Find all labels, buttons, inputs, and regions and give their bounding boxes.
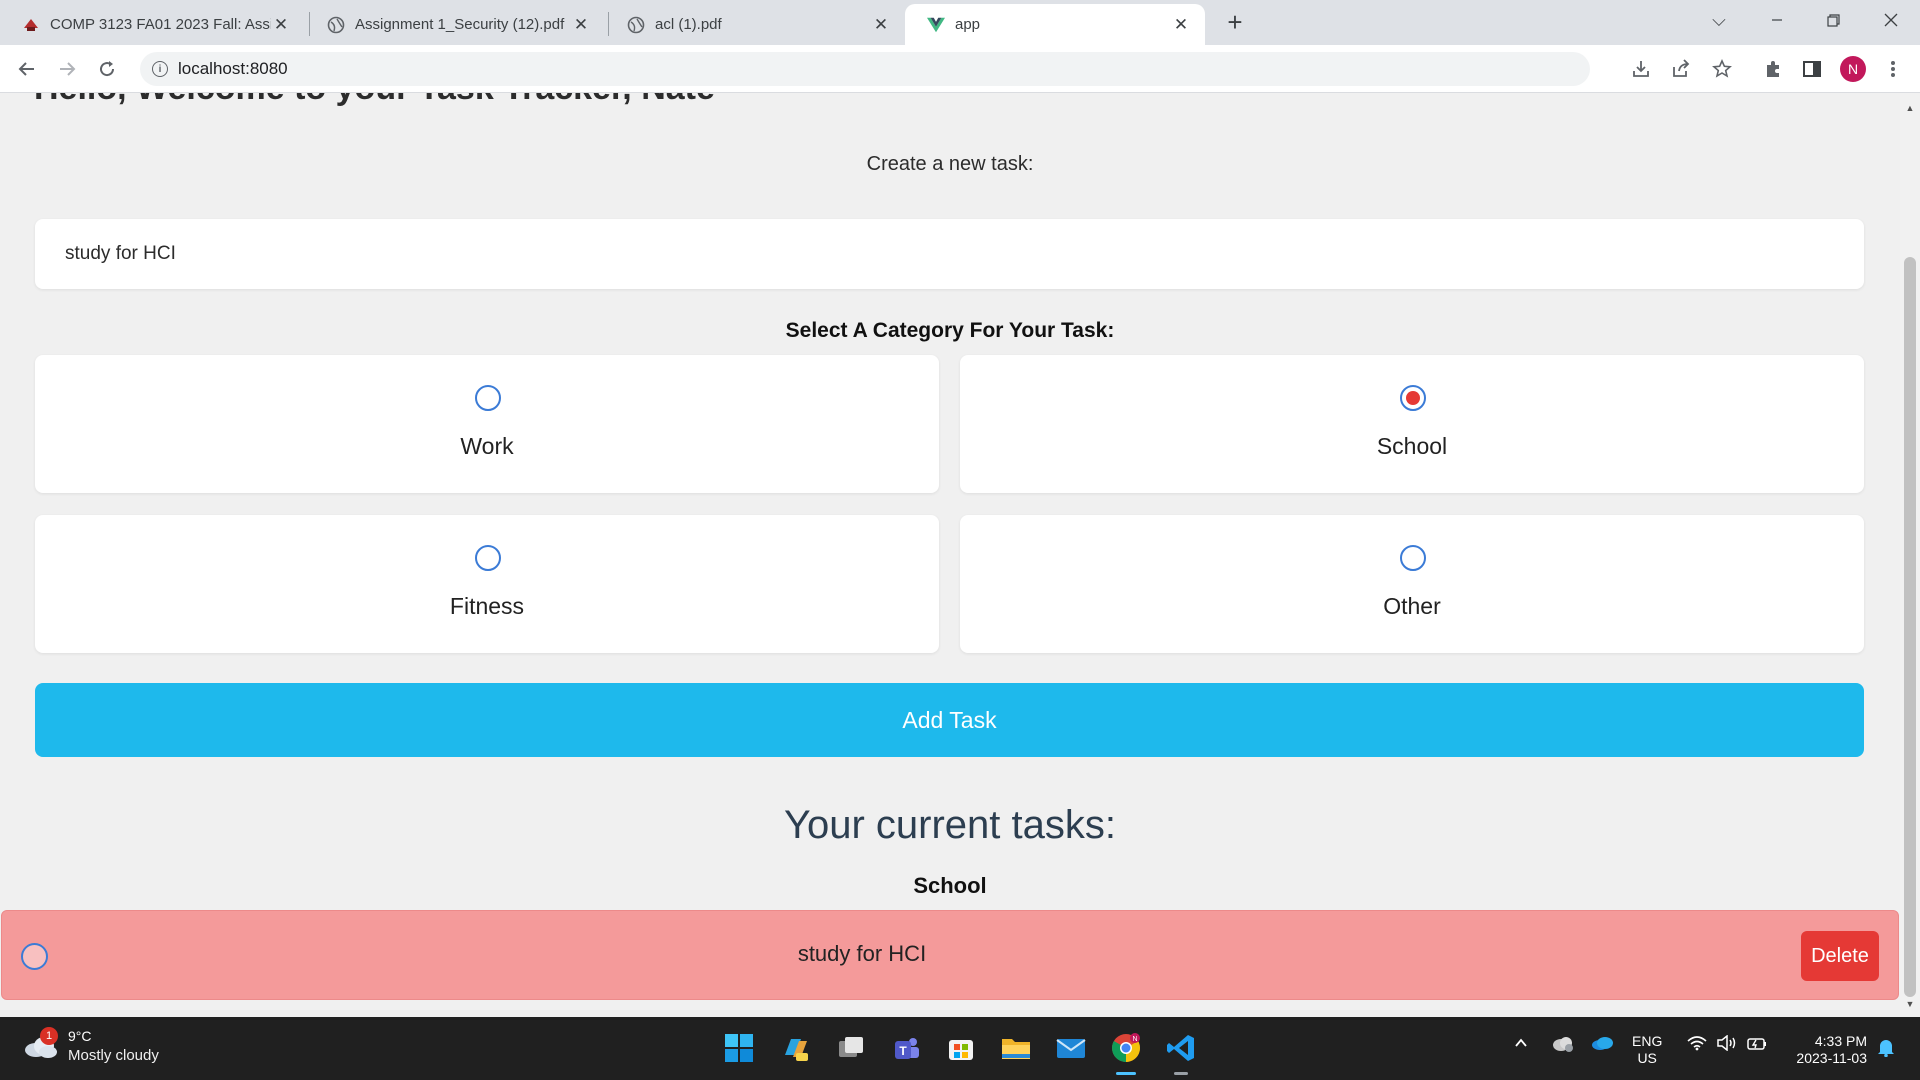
page-viewport: Hello, Welcome to your Task Tracker, Nat… (0, 93, 1920, 1017)
current-tasks-title: Your current tasks: (783, 803, 1116, 847)
task-row: study for HCI Delete (1, 910, 1899, 1000)
browser-toolbar: i localhost:8080 N (0, 45, 1920, 93)
side-panel-icon[interactable] (1800, 57, 1824, 81)
tab-title: COMP 3123 FA01 2023 Fall: Assi (50, 16, 271, 33)
file-explorer-icon[interactable] (998, 1030, 1034, 1066)
language-text: ENG (1632, 1033, 1663, 1049)
close-window-icon[interactable] (1866, 0, 1916, 40)
scrollbar[interactable]: ▲ ▼ (1900, 93, 1920, 1017)
scroll-down-icon[interactable]: ▼ (1904, 999, 1916, 1011)
vue-icon (927, 16, 945, 34)
close-icon[interactable]: ✕ (1171, 15, 1191, 35)
wifi-icon[interactable] (1687, 1035, 1707, 1056)
system-clock[interactable]: 4:33 PM 2023-11-03 (1780, 1033, 1867, 1067)
tab-title: acl (1).pdf (655, 16, 722, 33)
tab-title: app (955, 16, 981, 33)
weather-condition: Mostly cloudy (68, 1047, 159, 1064)
moodle-icon (22, 16, 40, 34)
share-icon[interactable] (1669, 57, 1693, 81)
start-icon[interactable] (721, 1030, 757, 1066)
scrollbar-thumb[interactable] (1904, 257, 1916, 997)
category-radio[interactable] (1400, 545, 1426, 571)
tab-bar: COMP 3123 FA01 2023 Fall: Assi ✕ Assignm… (0, 0, 1920, 45)
create-task-label: Create a new task: (866, 153, 1034, 175)
minimize-icon[interactable] (1752, 0, 1802, 40)
clock-date: 2023-11-03 (1796, 1050, 1867, 1066)
vscode-icon[interactable] (1163, 1030, 1199, 1075)
avatar[interactable]: N (1840, 56, 1866, 82)
notification-bell-icon[interactable] (1877, 1037, 1895, 1062)
forward-icon[interactable] (53, 55, 81, 83)
svg-text:T: T (899, 1044, 907, 1058)
category-name: Fitness (449, 593, 525, 619)
restore-icon[interactable] (1808, 0, 1858, 40)
bookmark-star-icon[interactable] (1710, 57, 1734, 81)
region-text: US (1637, 1050, 1657, 1066)
delete-task-button[interactable]: Delete (1801, 931, 1879, 981)
tab-title: Assignment 1_Security (12).pdf (355, 16, 565, 33)
tab-search-icon[interactable]: ⌵ (1694, 0, 1744, 40)
install-icon[interactable] (1629, 57, 1653, 81)
close-icon[interactable]: ✕ (271, 15, 291, 35)
category-radio[interactable] (1400, 385, 1426, 411)
windows-taskbar: 1 9°C Mostly cloudy T N ENG US 4:33 PM 2… (0, 1017, 1920, 1080)
tab-assignment-pdf[interactable]: Assignment 1_Security (12).pdf ✕ (305, 4, 605, 45)
menu-icon[interactable] (1881, 57, 1905, 81)
category-label: Select A Category For Your Task: (785, 319, 1115, 342)
tab-moodle[interactable]: COMP 3123 FA01 2023 Fall: Assi ✕ (0, 4, 305, 45)
category-name: School (1376, 433, 1448, 459)
svg-text:N: N (1132, 1036, 1137, 1043)
page-title: Hello, Welcome to your Task Tracker, Nat… (34, 93, 715, 108)
copilot-icon[interactable] (778, 1030, 814, 1066)
teams-icon[interactable]: T (888, 1030, 924, 1066)
weather-temp: 9°C (68, 1028, 92, 1044)
add-task-button[interactable]: Add Task (35, 683, 1864, 757)
category-option-work[interactable]: Work (35, 355, 939, 493)
url-text: localhost:8080 (178, 59, 288, 78)
category-radio[interactable] (475, 545, 501, 571)
close-icon[interactable]: ✕ (571, 15, 591, 35)
globe-icon (627, 16, 645, 34)
chrome-icon[interactable]: N (1108, 1030, 1144, 1075)
address-bar[interactable]: i localhost:8080 (140, 52, 1590, 86)
store-icon[interactable] (943, 1030, 979, 1066)
scroll-up-icon[interactable]: ▲ (1904, 103, 1916, 115)
chevron-up-icon[interactable] (1513, 1035, 1529, 1056)
close-icon[interactable]: ✕ (871, 15, 891, 35)
task-group-title: School (913, 873, 987, 898)
tab-app[interactable]: app ✕ (905, 4, 1205, 45)
language-indicator[interactable]: ENG US (1632, 1033, 1662, 1067)
mail-icon[interactable] (1053, 1030, 1089, 1066)
clock-time: 4:33 PM (1814, 1033, 1867, 1049)
category-option-other[interactable]: Other (960, 515, 1864, 653)
battery-icon[interactable] (1746, 1035, 1768, 1056)
cloud-sync-icon[interactable] (1551, 1035, 1575, 1058)
info-icon[interactable]: i (152, 61, 168, 77)
globe-icon (327, 16, 345, 34)
onedrive-icon[interactable] (1590, 1035, 1614, 1056)
back-icon[interactable] (13, 55, 41, 83)
category-name: Work (460, 433, 514, 459)
task-view-icon[interactable] (833, 1030, 869, 1066)
category-radio[interactable] (475, 385, 501, 411)
new-tab-button[interactable]: + (1220, 7, 1250, 37)
task-name-input[interactable] (35, 219, 1864, 289)
weather-badge: 1 (40, 1027, 58, 1045)
volume-icon[interactable] (1716, 1034, 1738, 1056)
tab-acl-pdf[interactable]: acl (1).pdf ✕ (605, 4, 905, 45)
task-text: study for HCI (797, 941, 927, 966)
weather-widget[interactable]: 1 9°C Mostly cloudy (22, 1027, 159, 1065)
reload-icon[interactable] (93, 55, 121, 83)
cloud-icon: 1 (22, 1027, 58, 1059)
category-option-school[interactable]: School (960, 355, 1864, 493)
category-option-fitness[interactable]: Fitness (35, 515, 939, 653)
category-name: Other (1383, 593, 1441, 619)
extensions-icon[interactable] (1761, 57, 1785, 81)
